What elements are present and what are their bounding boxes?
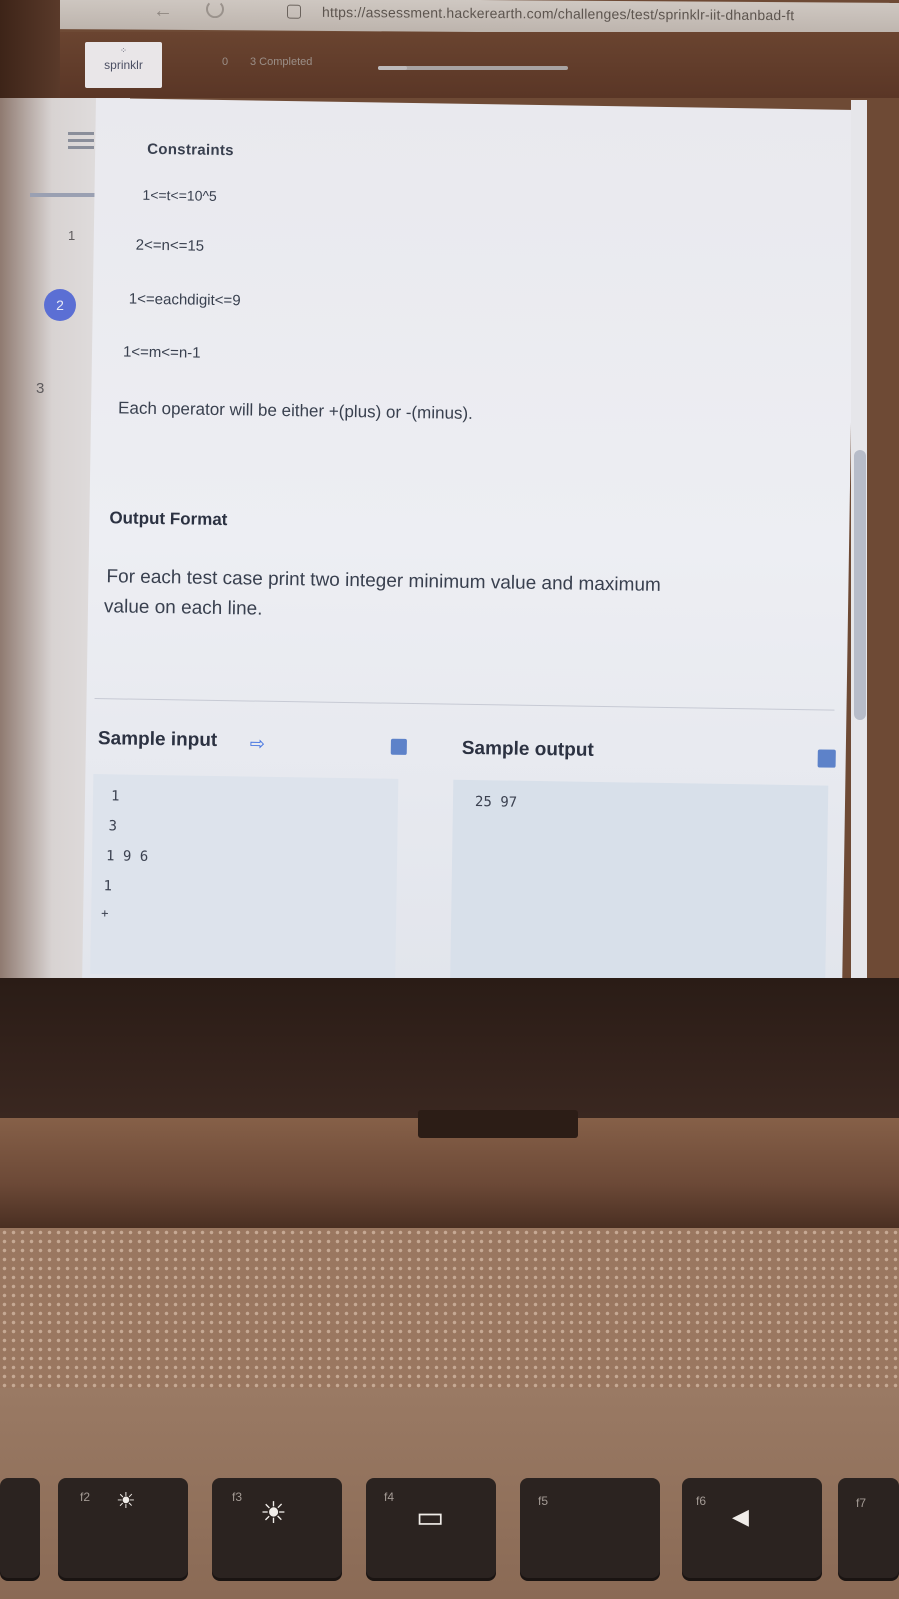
question-nav-item-1[interactable]: 1	[68, 228, 75, 243]
sample-input-line: 1	[110, 788, 120, 805]
key-label: f4	[384, 1490, 395, 1504]
back-arrow-icon[interactable]: ←	[153, 0, 173, 23]
key-label: f5	[538, 1494, 549, 1508]
key-label: f3	[232, 1490, 243, 1504]
output-format-text-line1: For each test case print two integer min…	[106, 566, 661, 596]
sample-input-line: 1	[103, 878, 113, 895]
key-label: f6	[696, 1494, 707, 1508]
logo-text: sprinklr	[104, 58, 143, 72]
scrollbar-thumb[interactable]	[854, 450, 866, 720]
display-switch-icon: ▭	[416, 1501, 445, 1534]
site-header	[60, 32, 899, 98]
sample-input-line: 3	[108, 818, 118, 835]
mute-icon: ◀	[732, 1504, 749, 1529]
brightness-down-icon: ☀	[116, 1488, 136, 1513]
sample-input-heading: Sample input	[97, 728, 218, 751]
constraint-n: 2<=n<=15	[135, 236, 205, 255]
keyboard-key-f2: f2 ☀	[58, 1478, 188, 1578]
open-in-editor-icon[interactable]: ⇨	[250, 733, 265, 754]
keyboard-key-f4: f4 ▭	[366, 1478, 496, 1578]
progress-label: 3 Completed	[250, 56, 313, 68]
keyboard-key-f1	[0, 1478, 40, 1578]
constraint-t: 1<=t<=10^5	[142, 186, 217, 204]
sample-output-heading: Sample output	[461, 737, 594, 761]
sprinklr-logo[interactable]: ⁘ sprinklr	[85, 42, 162, 88]
progress-count: 0	[222, 56, 229, 68]
key-label: f2	[80, 1490, 91, 1504]
problem-statement-panel: Constraints 1<=t<=10^5 2<=n<=15 1<=eachd…	[82, 98, 856, 990]
copy-output-icon[interactable]	[817, 749, 836, 768]
constraints-heading: Constraints	[147, 140, 234, 160]
laptop-hinge-notch	[418, 1110, 578, 1138]
content-scrollbar[interactable]	[851, 100, 867, 980]
lock-icon	[287, 4, 301, 19]
output-format-text-line2: value on each line.	[103, 596, 263, 620]
speaker-grille	[0, 1228, 899, 1388]
keyboard-key-f3: f3 ☀	[212, 1478, 342, 1578]
copy-input-icon[interactable]	[390, 738, 407, 755]
constraint-digit: 1<=eachdigit<=9	[128, 290, 241, 310]
browser-address-bar: ← https://assessment.hackerearth.com/cha…	[60, 0, 899, 35]
question-nav-item-3[interactable]: 3	[36, 380, 44, 397]
menu-icon[interactable]	[68, 132, 94, 150]
laptop-bottom-bezel	[0, 978, 899, 1118]
keyboard-key-f6: f6 ◀	[682, 1478, 822, 1578]
constraint-operator: Each operator will be either +(plus) or …	[117, 398, 474, 423]
brightness-up-icon: ☀	[260, 1497, 287, 1530]
sample-output-line: 25 97	[474, 794, 518, 811]
reload-icon[interactable]	[206, 0, 224, 19]
output-format-heading: Output Format	[109, 508, 228, 530]
url-text[interactable]: https://assessment.hackerearth.com/chall…	[322, 4, 794, 23]
progress-bar-fill	[378, 66, 407, 70]
section-divider	[94, 698, 835, 711]
constraint-m: 1<=m<=n-1	[122, 343, 201, 362]
question-nav-item-2[interactable]: 2	[44, 289, 76, 321]
keyboard-key-f5: f5	[520, 1478, 660, 1578]
key-label: f7	[856, 1496, 867, 1510]
sample-output-box: 25 97	[450, 779, 829, 986]
logo-mark-icon: ⁘	[120, 46, 127, 55]
sample-input-line: 1 9 6	[105, 848, 149, 865]
keyboard-key-f7: f7	[838, 1478, 899, 1578]
progress-bar	[378, 66, 568, 70]
sample-input-line: +	[101, 906, 109, 921]
sample-input-box: 1 3 1 9 6 1 +	[90, 774, 399, 979]
